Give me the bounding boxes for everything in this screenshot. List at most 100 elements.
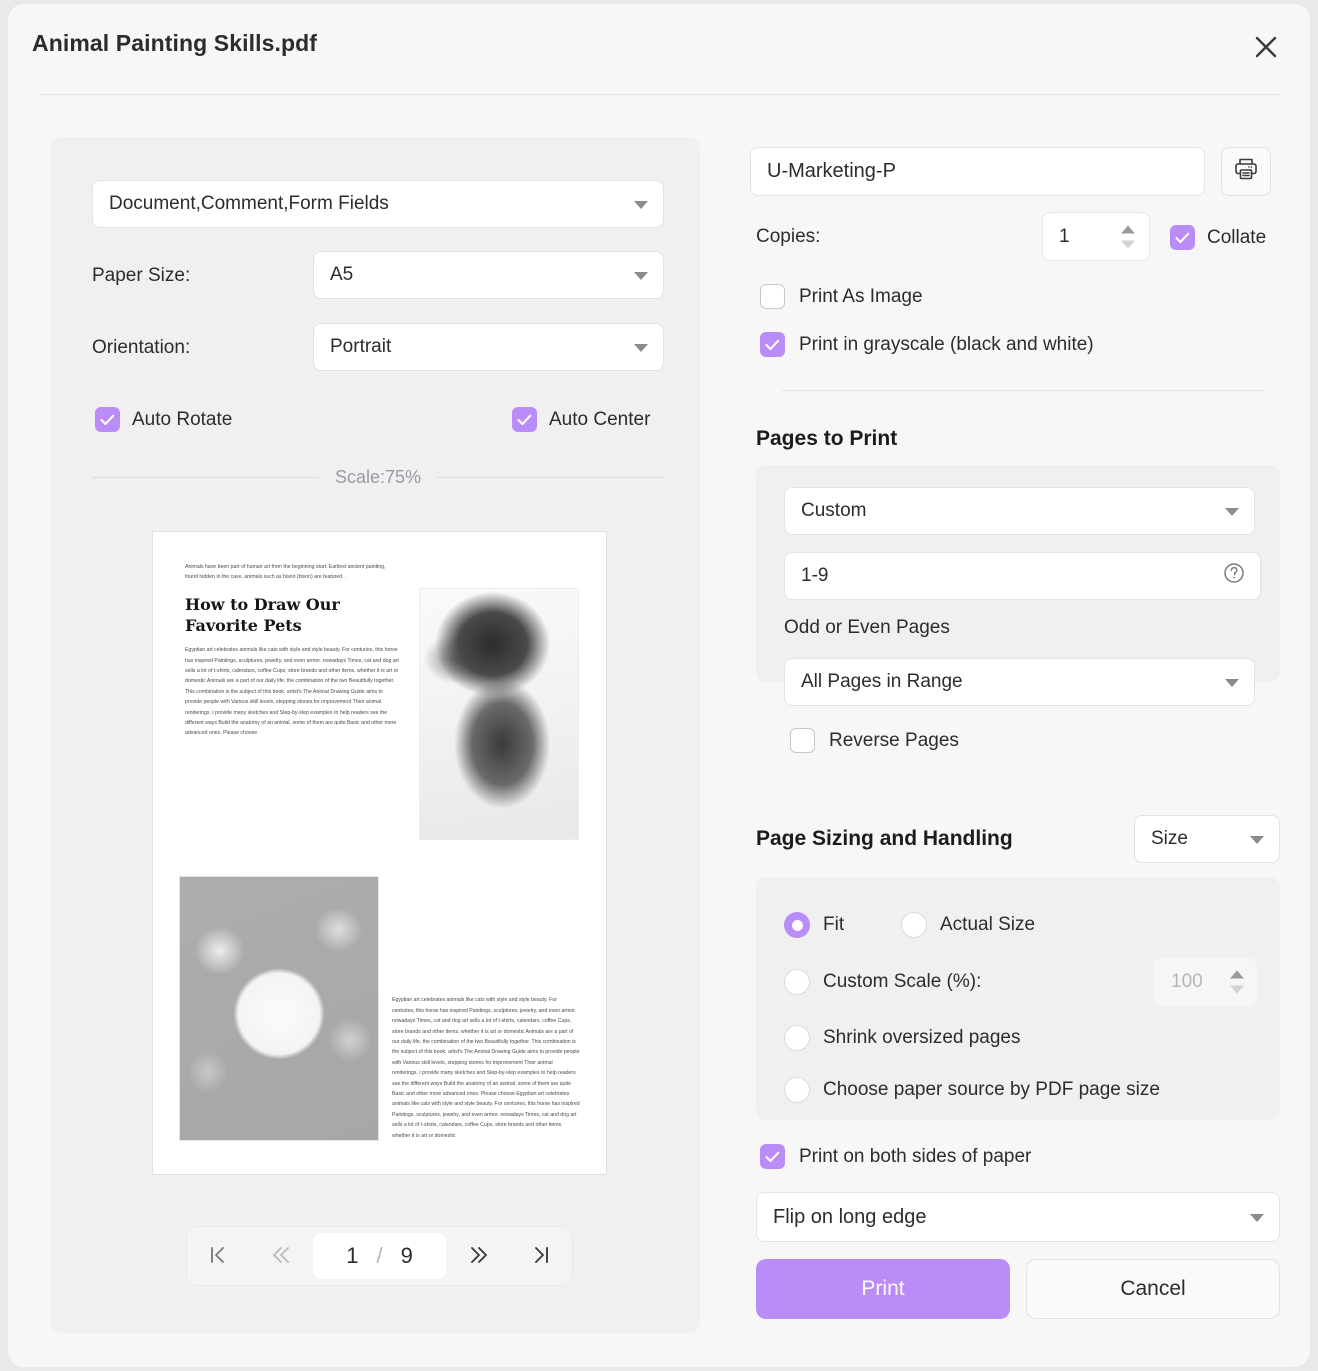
page-range-value: 1-9 [801, 565, 829, 586]
orientation-select[interactable]: Portrait [313, 323, 664, 371]
fit-radio[interactable]: Fit [784, 912, 844, 938]
radio-unselected-icon [901, 912, 927, 938]
divider-right [437, 476, 664, 478]
print-as-image-label: Print As Image [799, 285, 923, 307]
empty-checkbox-icon [760, 284, 785, 309]
current-page-value: 1 [346, 1243, 359, 1268]
auto-center-checkbox[interactable]: Auto Center [512, 407, 650, 432]
preview-intro-text: Animals have been part of human art from… [185, 564, 386, 581]
shrink-oversized-radio[interactable]: Shrink oversized pages [784, 1025, 1021, 1051]
checkmark-icon [760, 332, 785, 357]
print-as-image-checkbox[interactable]: Print As Image [760, 284, 923, 309]
paper-size-select[interactable]: A5 [313, 251, 664, 299]
orientation-value: Portrait [330, 336, 392, 357]
preview-body-text: Egyptian art celebrates animals like cat… [185, 647, 399, 737]
custom-scale-value: 100 [1171, 971, 1203, 992]
page-title: Animal Painting Skills.pdf [32, 30, 318, 56]
radio-unselected-icon [784, 1077, 810, 1103]
dialog-header: Animal Painting Skills.pdf [8, 4, 1310, 96]
document-preview[interactable]: Animals have been part of human art from… [152, 531, 607, 1175]
divider-left [92, 476, 319, 478]
collate-label: Collate [1207, 226, 1267, 248]
odd-even-select[interactable]: All Pages in Range [784, 658, 1255, 706]
chevron-down-icon [1250, 1214, 1264, 1222]
grayscale-label: Print in grayscale (black and white) [799, 333, 1094, 355]
copies-value: 1 [1059, 225, 1070, 247]
previous-page-icon [269, 1244, 291, 1269]
page-navigation: 1 / 9 [186, 1226, 573, 1286]
radio-selected-icon [784, 912, 810, 938]
chevron-up-icon[interactable] [1230, 970, 1244, 979]
auto-rotate-checkbox[interactable]: Auto Rotate [95, 407, 232, 432]
last-page-icon [530, 1244, 552, 1269]
page-range-input[interactable]: 1-9 [784, 552, 1261, 600]
custom-scale-arrows[interactable] [1230, 970, 1244, 994]
print-dialog: Animal Painting Skills.pdf Document,Comm… [8, 4, 1310, 1367]
odd-even-value: All Pages in Range [801, 671, 963, 692]
checkmark-icon [95, 407, 120, 432]
paper-size-label: Paper Size: [92, 265, 191, 286]
pages-to-print-card: Custom 1-9 Odd or Even Pages All Pages i… [756, 465, 1280, 753]
copies-stepper[interactable]: 1 [1042, 212, 1150, 261]
fit-label: Fit [823, 914, 845, 935]
previous-page-button[interactable] [249, 1227, 311, 1285]
custom-scale-stepper[interactable]: 100 [1154, 958, 1257, 1006]
both-sides-label: Print on both sides of paper [799, 1145, 1032, 1167]
both-sides-checkbox[interactable]: Print on both sides of paper [760, 1144, 1031, 1169]
chevron-up-icon[interactable] [1121, 225, 1135, 233]
printer-select[interactable]: U-Marketing-P [750, 147, 1205, 196]
page-number-input[interactable]: 1 / 9 [313, 1233, 446, 1279]
paper-source-radio[interactable]: Choose paper source by PDF page size [784, 1077, 1160, 1103]
paper-size-value: A5 [330, 264, 354, 285]
next-page-button[interactable] [448, 1227, 510, 1285]
orientation-label: Orientation: [92, 337, 191, 358]
pages-to-print-title: Pages to Print [756, 427, 898, 450]
first-page-button[interactable] [187, 1227, 249, 1285]
section-divider [782, 390, 1265, 391]
chevron-down-icon [1225, 508, 1239, 516]
grayscale-checkbox[interactable]: Print in grayscale (black and white) [760, 332, 1094, 357]
actual-size-radio[interactable]: Actual Size [901, 912, 1035, 938]
first-page-icon [207, 1244, 229, 1269]
printer-properties-button[interactable] [1221, 147, 1271, 196]
shrink-oversized-label: Shrink oversized pages [823, 1027, 1021, 1048]
auto-center-label: Auto Center [549, 408, 651, 430]
paper-source-label: Choose paper source by PDF page size [823, 1079, 1160, 1100]
checkmark-icon [512, 407, 537, 432]
flip-mode-select[interactable]: Flip on long edge [756, 1192, 1280, 1242]
flip-mode-value: Flip on long edge [773, 1205, 927, 1228]
custom-scale-radio[interactable]: Custom Scale (%): [784, 969, 981, 995]
chevron-down-icon[interactable] [1230, 985, 1244, 994]
collate-checkbox[interactable]: Collate [1170, 225, 1266, 250]
last-page-button[interactable] [510, 1227, 572, 1285]
pages-mode-select[interactable]: Custom [784, 487, 1255, 535]
chevron-down-icon [634, 201, 648, 209]
actual-size-label: Actual Size [940, 914, 1036, 935]
print-content-value: Document,Comment,Form Fields [109, 193, 389, 214]
pages-mode-value: Custom [801, 500, 867, 521]
empty-checkbox-icon [790, 728, 815, 753]
copies-arrows[interactable] [1121, 225, 1135, 248]
reverse-pages-label: Reverse Pages [829, 729, 959, 751]
preview-heading: How to Draw Our Favorite Pets [185, 595, 340, 635]
cancel-button[interactable]: Cancel [1026, 1259, 1280, 1319]
checkmark-icon [760, 1144, 785, 1169]
size-mode-select[interactable]: Size [1134, 815, 1280, 863]
page-separator: / [376, 1243, 383, 1268]
size-mode-value: Size [1151, 828, 1188, 849]
scale-label: Scale:75% [334, 466, 422, 487]
dog-sketch-image [419, 588, 579, 840]
next-page-icon [468, 1244, 490, 1269]
radio-unselected-icon [784, 1025, 810, 1051]
total-pages-value: 9 [400, 1243, 413, 1268]
chevron-down-icon [634, 344, 648, 352]
reverse-pages-checkbox[interactable]: Reverse Pages [790, 728, 959, 753]
header-divider [40, 94, 1280, 95]
custom-scale-label: Custom Scale (%): [823, 971, 982, 992]
chevron-down-icon[interactable] [1121, 240, 1135, 248]
print-content-select[interactable]: Document,Comment,Form Fields [92, 180, 664, 228]
close-button[interactable] [1244, 26, 1288, 70]
help-icon[interactable] [1222, 561, 1246, 591]
print-button[interactable]: Print [756, 1259, 1010, 1319]
preview-right-column-text: Egyptian art celebrates animals like cat… [392, 997, 580, 1139]
